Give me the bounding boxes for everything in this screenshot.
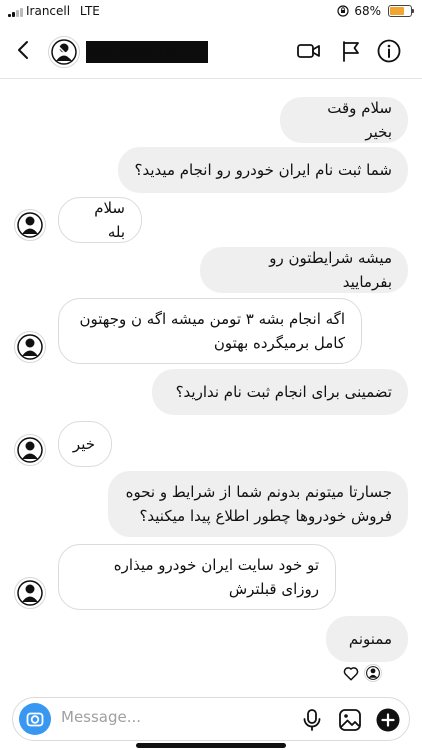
message-outgoing[interactable]: شما ثبت نام ایران خودرو رو انجام میدید؟	[118, 147, 408, 193]
microphone-icon[interactable]	[299, 707, 325, 733]
info-icon[interactable]	[376, 38, 402, 64]
message-outgoing[interactable]: تضمینی برای انجام ثبت نام ندارید؟	[152, 369, 408, 415]
seen-avatar	[364, 664, 382, 682]
heart-icon[interactable]	[342, 664, 360, 682]
message-outgoing[interactable]: جسارتا میتونم بدونم شما از شرایط و نحوه …	[108, 471, 408, 537]
video-call-icon[interactable]	[296, 38, 322, 64]
carrier-label: Irancell LTE	[26, 4, 100, 18]
sender-avatar[interactable]	[14, 434, 46, 466]
back-arrow-icon[interactable]	[12, 38, 36, 62]
battery-percent: 68%	[354, 4, 381, 18]
mechanic-logo-icon	[17, 212, 43, 238]
contact-avatar[interactable]	[48, 36, 80, 68]
mechanic-logo-icon	[366, 666, 380, 680]
message-outgoing[interactable]: میشه شرایطتون رو بفرمایید	[200, 247, 408, 293]
message-outgoing[interactable]: ممنونم	[326, 616, 408, 662]
message-composer	[12, 697, 410, 741]
message-input[interactable]	[61, 708, 281, 726]
status-right: 68%	[337, 4, 414, 18]
battery-fill	[390, 7, 404, 15]
gallery-icon[interactable]	[337, 707, 363, 733]
message-incoming[interactable]: سلام بله	[58, 197, 142, 243]
sender-avatar[interactable]	[14, 209, 46, 241]
battery-icon	[388, 5, 414, 17]
flag-icon[interactable]	[338, 38, 364, 64]
mechanic-logo-icon	[17, 437, 43, 463]
sender-avatar[interactable]	[14, 577, 46, 609]
message-outgoing[interactable]: سلام وقت بخیر	[280, 97, 408, 143]
message-incoming[interactable]: خیر	[58, 421, 112, 467]
message-incoming[interactable]: تو خود سایت ایران خودرو میذاره روزای قبل…	[58, 544, 336, 610]
home-indicator	[136, 743, 286, 748]
sender-avatar[interactable]	[14, 331, 46, 363]
network-type: LTE	[79, 4, 100, 18]
mechanic-logo-icon	[17, 580, 43, 606]
message-reactions[interactable]	[342, 664, 382, 682]
chat-header: mechanic vip	[0, 24, 422, 79]
mechanic-logo-icon	[51, 39, 77, 65]
message-incoming[interactable]: اگه انجام بشه ۳ تومن میشه اگه ن وجهتون ک…	[58, 298, 362, 364]
camera-icon	[26, 712, 44, 727]
contact-name[interactable]: mechanic vip	[86, 41, 208, 63]
carrier-name: Irancell	[26, 4, 71, 18]
status-bar: Irancell LTE 68%	[0, 0, 422, 24]
camera-button[interactable]	[19, 703, 51, 735]
plus-icon[interactable]	[375, 707, 401, 733]
mechanic-logo-icon	[17, 334, 43, 360]
orientation-lock-icon	[337, 5, 349, 17]
